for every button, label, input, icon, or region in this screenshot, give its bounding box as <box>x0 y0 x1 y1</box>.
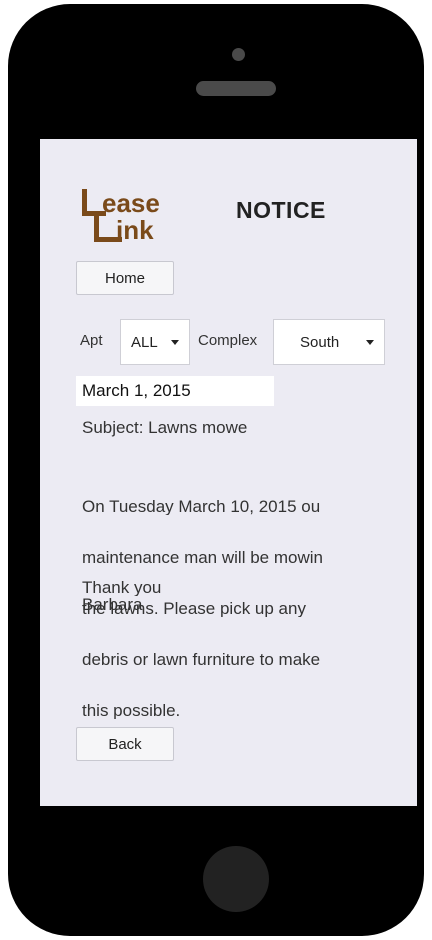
device-home-button[interactable] <box>203 846 269 912</box>
signoff-line: Barbara <box>82 596 143 613</box>
notice-body-line: maintenance man will be mowin <box>82 549 323 566</box>
complex-select-value: South <box>300 333 340 351</box>
speaker-grille <box>196 81 276 96</box>
complex-select[interactable]: South <box>273 319 385 365</box>
logo-word-2: ink <box>116 215 154 245</box>
lease-link-logo: ease ink <box>82 188 160 245</box>
notice-body-line: this possible. <box>82 702 181 719</box>
chevron-down-icon <box>171 340 179 345</box>
notice-body-line: debris or lawn furniture to make <box>82 651 321 668</box>
page-title: NOTICE <box>236 197 326 223</box>
chevron-down-icon <box>366 340 374 345</box>
complex-label: Complex <box>198 332 258 349</box>
app-screen: ease ink NOTICE Home Apt ALL Complex Sou… <box>40 139 417 806</box>
home-button[interactable]: Home <box>76 261 174 295</box>
back-button[interactable]: Back <box>76 727 174 761</box>
date-field[interactable]: March 1, 2015 <box>76 376 274 406</box>
notice-body-line: On Tuesday March 10, 2015 ou <box>82 498 321 515</box>
apt-select-value: ALL <box>131 333 158 351</box>
notice-signoff: Thank you Barbara <box>82 579 176 613</box>
signoff-line: Thank you <box>82 579 162 596</box>
apt-label: Apt <box>80 332 103 349</box>
apt-select[interactable]: ALL <box>120 319 190 365</box>
subject-line: Subject: Lawns mowe <box>82 418 248 437</box>
camera-icon <box>232 48 245 61</box>
logo-word-1: ease <box>102 188 160 218</box>
